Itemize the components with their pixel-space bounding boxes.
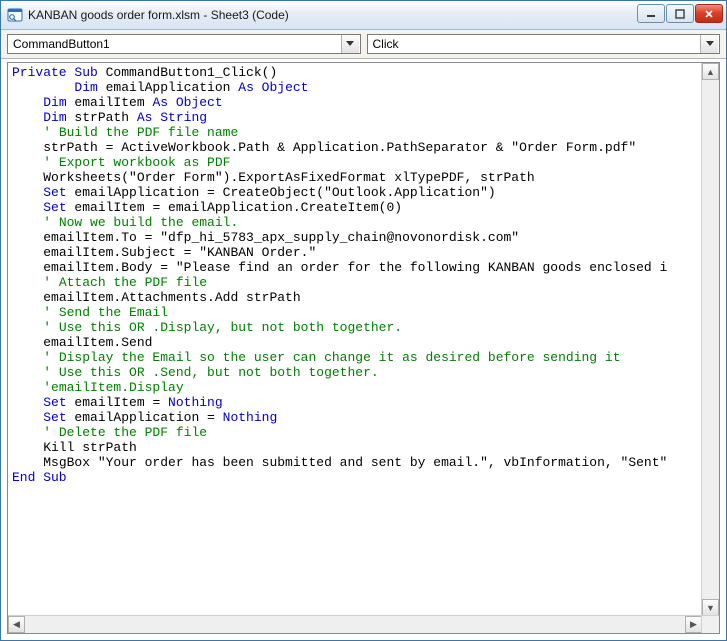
- window-controls: [637, 4, 723, 23]
- procedure-combo-value: Click: [373, 37, 399, 51]
- minimize-button[interactable]: [637, 4, 665, 23]
- scroll-track[interactable]: [702, 80, 719, 599]
- scroll-corner: [701, 615, 719, 633]
- code-window: KANBAN goods order form.xlsm - Sheet3 (C…: [0, 0, 727, 641]
- scroll-up-icon[interactable]: ▲: [702, 63, 719, 80]
- dropdown-toolbar: CommandButton1 Click: [1, 30, 726, 59]
- maximize-button[interactable]: [666, 4, 694, 23]
- procedure-combo[interactable]: Click: [367, 34, 721, 54]
- app-icon: [7, 7, 23, 23]
- object-combo[interactable]: CommandButton1: [7, 34, 361, 54]
- code-viewport[interactable]: Private Sub CommandButton1_Click() Dim e…: [8, 63, 719, 633]
- chevron-down-icon: [700, 35, 718, 53]
- close-button[interactable]: [695, 4, 723, 23]
- code-text[interactable]: Private Sub CommandButton1_Click() Dim e…: [8, 63, 719, 489]
- chevron-down-icon: [341, 35, 359, 53]
- scroll-right-icon[interactable]: ▶: [685, 616, 702, 633]
- object-combo-value: CommandButton1: [13, 37, 110, 51]
- vertical-scrollbar[interactable]: ▲ ▼: [701, 63, 719, 616]
- scroll-down-icon[interactable]: ▼: [702, 599, 719, 616]
- titlebar[interactable]: KANBAN goods order form.xlsm - Sheet3 (C…: [1, 1, 726, 30]
- code-pane: Private Sub CommandButton1_Click() Dim e…: [7, 62, 720, 634]
- scroll-track[interactable]: [25, 616, 685, 633]
- horizontal-scrollbar[interactable]: ◀ ▶: [8, 615, 702, 633]
- scroll-left-icon[interactable]: ◀: [8, 616, 25, 633]
- window-title: KANBAN goods order form.xlsm - Sheet3 (C…: [28, 8, 289, 22]
